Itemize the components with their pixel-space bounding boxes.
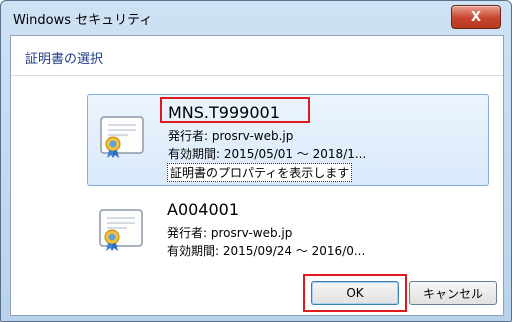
certificate-validity: 有効期間: 2015/09/24 ～ 2016/0... xyxy=(167,244,366,258)
certificate-issuer: 発行者: prosrv-web.jp xyxy=(167,226,293,240)
section-title: 証明書の選択 xyxy=(25,52,104,67)
window-title: Windows セキュリティ xyxy=(13,12,153,28)
ok-highlight-box xyxy=(303,274,407,312)
windows-security-dialog: Windows セキュリティ X 証明書の選択 MNS.T999001 発行者:… xyxy=(0,0,512,322)
certificate-issuer: 発行者: prosrv-web.jp xyxy=(168,129,294,143)
dialog-content: 証明書の選択 MNS.T999001 発行者: prosrv-web.jp 有効… xyxy=(10,35,504,316)
certificate-icon xyxy=(99,209,143,251)
section-header: 証明書の選択 xyxy=(11,36,503,76)
name-highlight-box xyxy=(160,97,310,123)
close-button[interactable]: X xyxy=(451,5,501,29)
certificate-item[interactable]: A004001 発行者: prosrv-web.jp 有効期間: 2015/09… xyxy=(87,192,489,264)
close-icon: X xyxy=(470,9,482,25)
view-certificate-properties-link[interactable]: 証明書のプロパティを表示します xyxy=(167,163,353,182)
cancel-button[interactable]: キャンセル xyxy=(409,281,497,305)
certificate-validity: 有効期間: 2015/05/01 ～ 2018/1... xyxy=(168,147,367,161)
certificate-icon xyxy=(100,116,144,158)
certificate-name: A004001 xyxy=(167,200,240,219)
certificate-list: MNS.T999001 発行者: prosrv-web.jp 有効期間: 201… xyxy=(87,94,489,264)
certificate-item-selected[interactable]: MNS.T999001 発行者: prosrv-web.jp 有効期間: 201… xyxy=(87,94,489,186)
title-bar[interactable]: Windows セキュリティ X xyxy=(1,1,511,35)
